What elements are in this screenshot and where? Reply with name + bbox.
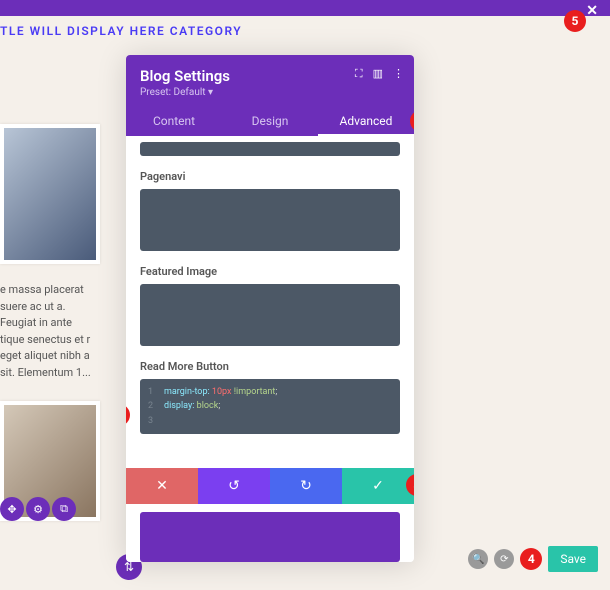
callout-badge-4: 4 xyxy=(520,548,542,570)
confirm-button[interactable]: ✓ 3 xyxy=(342,468,414,504)
kebab-menu-icon[interactable]: ⋮ xyxy=(393,67,404,81)
module-duplicate-icon[interactable]: ⧉ xyxy=(52,497,76,521)
tab-design[interactable]: Design xyxy=(222,106,318,136)
tab-advanced[interactable]: Advanced 1 xyxy=(318,106,414,136)
panel-preset[interactable]: Preset: Default ▾ xyxy=(140,87,400,98)
post-excerpt: e massa placerat suere ac ut a. Feugiat … xyxy=(0,264,100,381)
callout-badge-2: 2 xyxy=(126,404,130,426)
tab-content[interactable]: Content xyxy=(126,106,222,136)
section-label-featured: Featured Image xyxy=(140,265,400,278)
search-icon[interactable]: 🔍 xyxy=(468,549,488,569)
panel-body: Pagenavi Featured Image Read More Button… xyxy=(126,136,414,468)
callout-badge-3: 3 xyxy=(406,474,414,496)
undo-button[interactable]: ↺ xyxy=(198,468,270,504)
top-bar: ✕ xyxy=(0,0,610,16)
cancel-button[interactable]: ✕ xyxy=(126,468,198,504)
callout-badge-1: 1 xyxy=(410,110,414,132)
css-box-pagenavi[interactable] xyxy=(140,189,400,251)
module-preview xyxy=(140,512,400,562)
columns-icon[interactable]: ▥ xyxy=(373,67,383,81)
css-box-readmore[interactable]: 1margin-top: 10px !important; 2display: … xyxy=(140,379,400,434)
footer-actions: 🔍 ⟳ 4 Save xyxy=(468,546,598,572)
left-column: e massa placerat suere ac ut a. Feugiat … xyxy=(0,124,100,521)
settings-panel: Blog Settings Preset: Default ▾ ⛶ ▥ ⋮ Co… xyxy=(126,55,414,562)
close-icon[interactable]: ✕ xyxy=(586,3,598,19)
section-label-readmore: Read More Button xyxy=(140,360,400,373)
history-icon[interactable]: ⟳ xyxy=(494,549,514,569)
css-box-featured[interactable] xyxy=(140,284,400,346)
panel-header: Blog Settings Preset: Default ▾ ⛶ ▥ ⋮ xyxy=(126,55,414,106)
breadcrumb: TLE WILL DISPLAY HERE CATEGORY xyxy=(0,16,610,46)
module-settings-icon[interactable]: ⚙ xyxy=(26,497,50,521)
featured-image-preview-2: ✥ ⚙ ⧉ xyxy=(0,401,100,521)
save-button[interactable]: Save xyxy=(548,546,598,572)
panel-tabs: Content Design Advanced 1 xyxy=(126,106,414,136)
module-move-icon[interactable]: ✥ xyxy=(0,497,24,521)
callout-badge-5: 5 xyxy=(564,10,586,32)
section-label-pagenavi: Pagenavi xyxy=(140,170,400,183)
redo-button[interactable]: ↻ xyxy=(270,468,342,504)
panel-actions: ✕ ↺ ↻ ✓ 3 xyxy=(126,468,414,504)
css-box-prev[interactable] xyxy=(140,142,400,156)
expand-icon[interactable]: ⛶ xyxy=(355,67,363,81)
featured-image-preview-1 xyxy=(0,124,100,264)
